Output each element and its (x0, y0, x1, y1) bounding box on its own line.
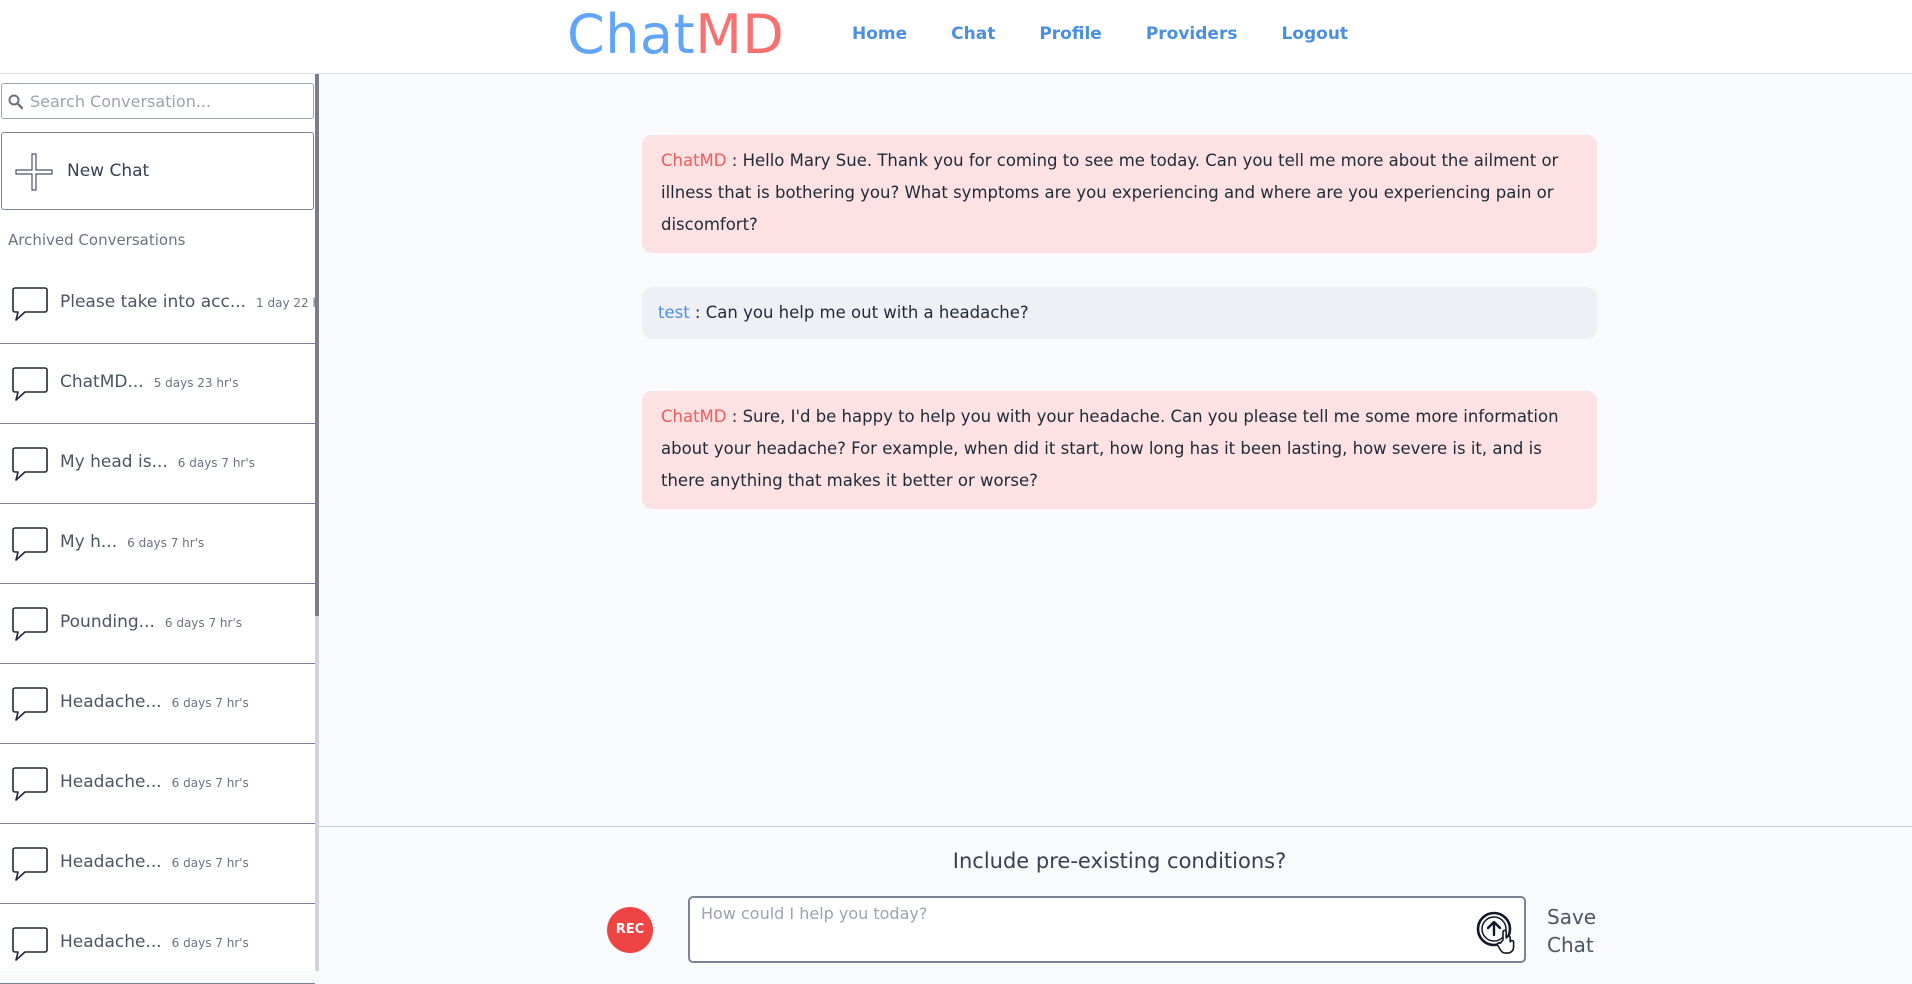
include-conditions-toggle[interactable]: Include pre-existing conditions? (319, 849, 1912, 873)
conversation-title-text: Headache... (60, 692, 162, 712)
chat-bubble-icon (12, 927, 48, 961)
chat-bubble-icon (12, 687, 48, 721)
conversation-title-text: Please take into acc... (60, 292, 247, 312)
message-sender: test (658, 303, 690, 322)
nav-home[interactable]: Home (852, 24, 907, 44)
new-chat-label: New Chat (67, 161, 150, 181)
save-label-line1: Save (1547, 905, 1597, 929)
conversation-time: 6 days 7 hr's (171, 696, 249, 710)
chatmd-logo[interactable]: ChatMD (567, 4, 784, 66)
top-header: ChatMD Home Chat Profile Providers Logou… (0, 0, 1912, 74)
search-box (1, 83, 314, 119)
conversation-item[interactable]: Headache... 6 days 7 hr's (0, 664, 315, 744)
chat-bubble-icon (12, 367, 48, 401)
conversation-item[interactable]: Headache... 6 days 7 hr's (0, 744, 315, 824)
prompt-input[interactable] (701, 904, 1461, 954)
conversation-item[interactable]: ChatMD... 5 days 23 hr's (0, 344, 315, 424)
logo-chat: Chat (567, 3, 696, 66)
message-text: Can you help me out with a headache? (705, 303, 1029, 322)
conversation-title: My h... 6 days 7 hr's (60, 532, 204, 552)
chat-area: ChatMD : Hello Mary Sue. Thank you for c… (319, 74, 1912, 826)
archived-heading: Archived Conversations (8, 231, 186, 249)
prompt-box (688, 896, 1526, 963)
message-sender: ChatMD (661, 407, 727, 426)
conversation-item[interactable]: Please take into acc... 1 day 22 hr's (0, 264, 335, 344)
message-separator: : (726, 151, 743, 170)
save-label-line2: Chat (1547, 933, 1594, 957)
bot-message: ChatMD : Hello Mary Sue. Thank you for c… (642, 135, 1597, 253)
conversation-item[interactable]: Pounding... 6 days 7 hr's (0, 584, 315, 664)
conversation-title: ChatMD... 5 days 23 hr's (60, 372, 238, 392)
message-text: Hello Mary Sue. Thank you for coming to … (661, 151, 1559, 234)
nav-profile[interactable]: Profile (1039, 24, 1101, 44)
chat-bubble-icon (12, 607, 48, 641)
conversation-title-text: Headache... (60, 852, 162, 872)
chat-bubble-icon (12, 527, 48, 561)
conversation-title-text: Headache... (60, 772, 162, 792)
conversation-time: 6 days 7 hr's (164, 616, 243, 630)
conversation-time: 6 days 7 hr's (177, 456, 255, 470)
new-chat-button[interactable]: New Chat (1, 132, 314, 210)
conversation-item[interactable]: My h... 6 days 7 hr's (0, 504, 315, 584)
chat-bubble-icon (12, 767, 48, 801)
search-input[interactable] (30, 84, 310, 118)
conversation-title: Pounding... 6 days 7 hr's (60, 612, 242, 632)
conversation-sidebar: New Chat Archived Conversations Please t… (0, 74, 335, 984)
chat-bubble-icon (12, 847, 48, 881)
conversation-time: 6 days 7 hr's (127, 536, 205, 550)
conversation-item[interactable]: Headache... 6 days 7 hr's (0, 904, 315, 984)
conversation-time: 5 days 23 hr's (153, 376, 239, 390)
chat-input-area: Include pre-existing conditions? REC Sav… (319, 826, 1912, 971)
conversation-item[interactable]: My head is... 6 days 7 hr's (0, 424, 315, 504)
save-chat-button[interactable]: Save Chat (1547, 903, 1596, 959)
bot-message: ChatMD : Sure, I'd be happy to help you … (642, 391, 1597, 509)
conversation-title: My head is... 6 days 7 hr's (60, 452, 255, 472)
nav-chat[interactable]: Chat (951, 24, 995, 44)
conversation-title: Headache... 6 days 7 hr's (60, 772, 249, 792)
search-icon (8, 94, 24, 110)
conversation-time: 6 days 7 hr's (171, 936, 249, 950)
message-sender: ChatMD (661, 151, 727, 170)
conversation-title-text: Headache... (60, 932, 162, 952)
conversation-time: 6 days 7 hr's (171, 776, 249, 790)
message-text: Sure, I'd be happy to help you with your… (661, 407, 1559, 490)
conversation-title: Headache... 6 days 7 hr's (60, 932, 249, 952)
record-button[interactable]: REC (607, 907, 653, 953)
main-nav: Home Chat Profile Providers Logout (852, 24, 1348, 44)
conversation-title: Headache... 6 days 7 hr's (60, 852, 249, 872)
conversation-title-text: Pounding... (60, 612, 155, 632)
conversation-list: Please take into acc... 1 day 22 hr's Cha… (0, 264, 335, 984)
conversation-title-text: My h... (60, 532, 118, 552)
logo-md: MD (695, 3, 785, 66)
chat-bubble-icon (12, 287, 48, 321)
message-separator: : (689, 303, 706, 322)
chat-bubble-icon (12, 447, 48, 481)
conversation-title: Headache... 6 days 7 hr's (60, 692, 249, 712)
conversation-time: 6 days 7 hr's (171, 856, 249, 870)
conversation-title: Please take into acc... 1 day 22 hr's (60, 292, 335, 312)
nav-logout[interactable]: Logout (1281, 24, 1348, 44)
plus-icon (15, 153, 53, 191)
conversation-item[interactable]: Headache... 6 days 7 hr's (0, 824, 315, 904)
nav-providers[interactable]: Providers (1146, 24, 1238, 44)
user-message: test : Can you help me out with a headac… (642, 287, 1597, 339)
conversation-title-text: My head is... (60, 452, 168, 472)
message-separator: : (726, 407, 743, 426)
upload-icon[interactable] (1475, 910, 1519, 954)
conversation-title-text: ChatMD... (60, 372, 144, 392)
